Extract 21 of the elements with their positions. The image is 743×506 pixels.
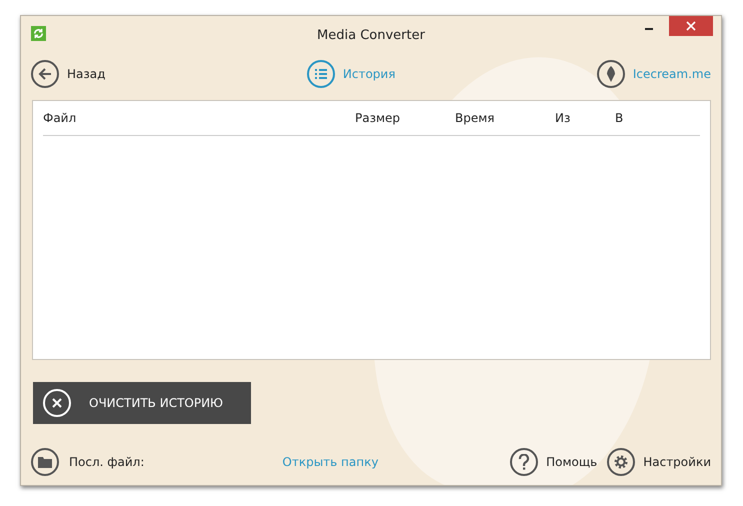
last-file-label: Посл. файл: — [69, 455, 144, 469]
list-icon — [314, 69, 327, 79]
back-arrow-icon — [38, 67, 52, 81]
help-button[interactable]: Помощь — [510, 448, 598, 476]
settings-button[interactable]: Настройки — [607, 448, 711, 476]
column-header: Время — [455, 111, 496, 125]
window-title: Media Converter — [317, 28, 425, 42]
close-icon — [686, 21, 696, 31]
app-icon — [31, 26, 46, 41]
minimize-icon — [645, 28, 653, 30]
column-header: Размер — [355, 111, 402, 125]
back-button[interactable]: Назад — [31, 60, 106, 88]
column-header: Из — [555, 111, 572, 125]
close-button[interactable] — [669, 16, 713, 36]
clear-history-button[interactable]: ОЧИСТИТЬ ИСТОРИЮ — [33, 382, 251, 424]
close-icon — [52, 398, 62, 408]
settings-icon — [613, 454, 630, 470]
column-header: Файл — [43, 111, 78, 125]
help-icon — [518, 454, 530, 470]
column-header: В — [615, 111, 624, 125]
folder-icon — [31, 448, 59, 476]
